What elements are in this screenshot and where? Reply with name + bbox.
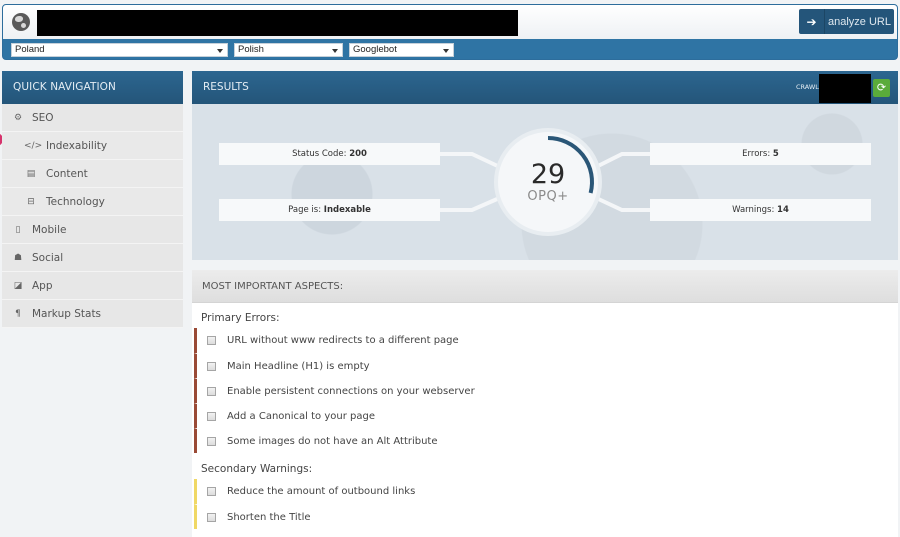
refresh-button[interactable]: ⟳ <box>873 79 890 97</box>
language-select[interactable]: Polish <box>234 43 343 57</box>
status-code-value: 200 <box>349 149 367 159</box>
errors-value: 5 <box>772 149 779 159</box>
primary-errors-title: Primary Errors: <box>201 312 280 324</box>
secondary-warnings-list: Reduce the amount of outbound links Short… <box>192 479 898 529</box>
warnings-label: Warnings: <box>732 205 775 215</box>
item-checkbox[interactable] <box>207 512 216 522</box>
item-text: Some images do not have an Alt Attribute <box>227 435 438 447</box>
page-is-label: Page is: <box>288 205 322 215</box>
item-checkbox[interactable] <box>207 336 216 345</box>
score-label: OPQ+ <box>527 189 569 204</box>
aspects-panel: MOST IMPORTANT ASPECTS: Primary Errors: … <box>192 270 898 537</box>
score-gauge: 29 OPQ+ <box>498 132 598 232</box>
sidebar-item-label: Social <box>32 251 64 264</box>
connector-status <box>440 152 505 171</box>
sidebar-item-mobile[interactable]: ▯ Mobile <box>2 216 183 244</box>
chevron-down-icon <box>443 49 449 53</box>
status-code-box: Status Code: 200 <box>219 143 440 165</box>
arrow-right-icon: ➔ <box>799 9 825 34</box>
sidebar-item-app[interactable]: ◪ App <box>2 272 183 300</box>
sidebar-item-label: App <box>32 279 53 292</box>
warnings-box: Warnings: 14 <box>650 199 871 221</box>
language-value: Polish <box>238 44 264 55</box>
chevron-down-icon <box>332 49 338 53</box>
item-text: Reduce the amount of outbound links <box>227 486 416 497</box>
warning-item: Shorten the Title <box>194 504 898 529</box>
user-agent-select[interactable]: Googlebot <box>349 43 454 57</box>
dashboard-icon: ⚙ <box>13 112 23 123</box>
item-text: Shorten the Title <box>227 511 311 523</box>
warnings-value: 14 <box>777 205 789 215</box>
url-bar: ➔ analyze URL Poland Polish Googlebot <box>2 4 898 60</box>
connector-warnings <box>591 194 650 212</box>
code-icon: </> <box>24 140 43 151</box>
item-checkbox[interactable] <box>207 361 216 371</box>
connector-errors <box>591 152 650 171</box>
refresh-icon: ⟳ <box>876 81 887 94</box>
sidebar-item-label: Markup Stats <box>32 307 102 320</box>
sidebar-item-label: Indexability <box>46 139 108 152</box>
sidebar-item-markup-stats[interactable]: ¶ Markup Stats <box>2 300 183 328</box>
mobile-icon: ▯ <box>15 224 21 235</box>
hdd-icon: ⊟ <box>27 196 35 207</box>
results-summary: Status Code: 200 Page is: Indexable Erro… <box>192 104 898 260</box>
item-checkbox[interactable] <box>207 411 216 421</box>
score-value: 29 <box>530 159 566 190</box>
error-item: Some images do not have an Alt Attribute <box>194 428 898 453</box>
sidebar-item-label: SEO <box>32 111 54 124</box>
item-text: URL without www redirects to a different… <box>227 335 459 346</box>
status-code-label: Status Code: <box>292 149 347 159</box>
error-item: Add a Canonical to your page <box>194 403 898 428</box>
item-text: Main Headline (H1) is empty <box>227 360 370 372</box>
sidebar-title: QUICK NAVIGATION <box>2 71 183 104</box>
errors-box: Errors: 5 <box>650 143 871 165</box>
error-item: URL without www redirects to a different… <box>194 328 898 353</box>
warning-item: Reduce the amount of outbound links <box>194 479 898 504</box>
url-input[interactable] <box>37 10 518 36</box>
quick-navigation: QUICK NAVIGATION ⚙ SEO </> Indexability … <box>2 71 183 328</box>
sidebar-item-social[interactable]: ☗ Social <box>2 244 183 272</box>
primary-errors-list: URL without www redirects to a different… <box>192 328 898 453</box>
chevron-down-icon <box>217 49 223 53</box>
page-is-value: Indexable <box>323 205 371 215</box>
item-checkbox[interactable] <box>207 436 216 446</box>
aspects-title: MOST IMPORTANT ASPECTS: <box>192 270 898 303</box>
item-text: Enable persistent connections on your we… <box>227 385 475 397</box>
sidebar-item-seo[interactable]: ⚙ SEO <box>2 104 183 132</box>
share-icon: ◪ <box>13 280 23 291</box>
file-icon: ▤ <box>26 168 36 179</box>
indexable-box: Page is: Indexable <box>219 199 440 221</box>
analyze-url-label: analyze URL <box>828 15 891 28</box>
secondary-warnings-title: Secondary Warnings: <box>201 463 313 475</box>
results-panel: RESULTS CRAWLED AT ⟳ Status Code: 200 Pa… <box>192 71 898 260</box>
sidebar-item-indexability[interactable]: </> Indexability <box>2 132 183 160</box>
connector-index <box>440 194 505 212</box>
item-checkbox[interactable] <box>207 487 216 496</box>
user-agent-value: Googlebot <box>353 44 397 55</box>
options-row: Poland Polish Googlebot <box>3 39 897 59</box>
item-checkbox[interactable] <box>207 386 216 396</box>
error-item: Main Headline (H1) is empty <box>194 353 898 378</box>
item-text: Add a Canonical to your page <box>227 410 375 422</box>
country-select[interactable]: Poland <box>11 43 228 57</box>
url-row: ➔ analyze URL <box>3 5 897 39</box>
analyze-url-button[interactable]: ➔ analyze URL <box>799 9 894 34</box>
country-value: Poland <box>15 44 45 55</box>
sidebar-item-technology[interactable]: ⊟ Technology <box>2 188 183 216</box>
sidebar-item-content[interactable]: ▤ Content <box>2 160 183 188</box>
results-header: RESULTS CRAWLED AT ⟳ <box>192 71 898 104</box>
globe-icon <box>12 13 30 31</box>
users-icon: ☗ <box>13 252 23 263</box>
paragraph-icon: ¶ <box>15 308 21 319</box>
sidebar-item-label: Content <box>46 167 88 180</box>
error-item: Enable persistent connections on your we… <box>194 378 898 403</box>
crawled-at-value <box>819 74 871 103</box>
results-title: RESULTS <box>203 81 249 93</box>
sidebar-item-label: Mobile <box>32 223 67 236</box>
sidebar-item-label: Technology <box>46 195 105 208</box>
errors-label: Errors: <box>742 149 771 159</box>
